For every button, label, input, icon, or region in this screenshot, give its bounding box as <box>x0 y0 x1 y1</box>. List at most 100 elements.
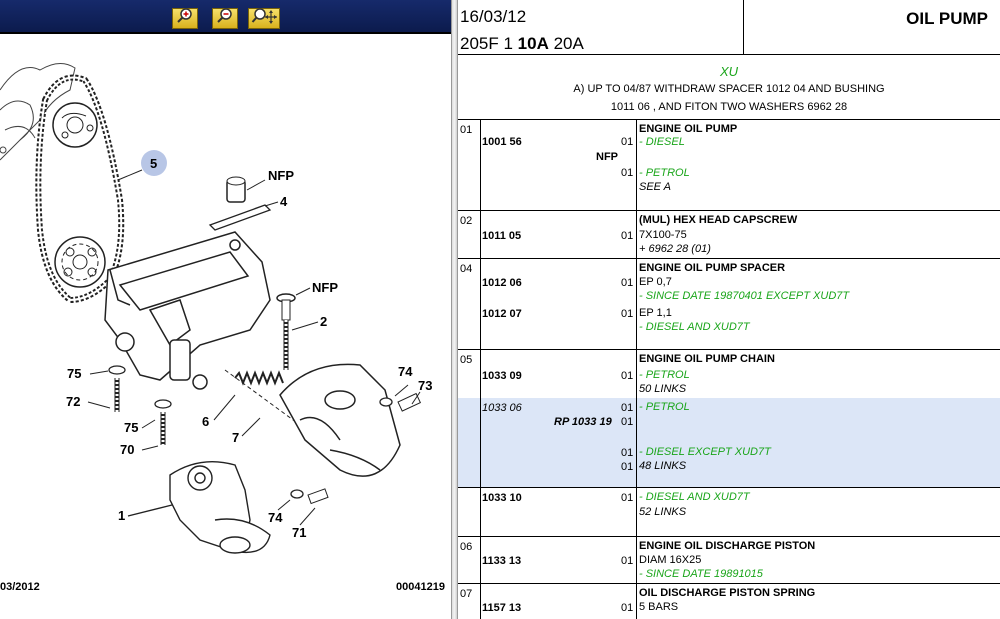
diagram-pane: 5 NFP 4 NFP 2 74 73 75 72 75 70 6 7 1 74… <box>0 0 451 619</box>
part-quantity: 01 <box>621 492 634 504</box>
part-quantity: 01 <box>621 447 634 459</box>
bolt-2 <box>276 287 319 370</box>
part-note: - DIESEL EXCEPT XUD7T <box>639 446 771 458</box>
part-reference[interactable]: 1001 56 <box>482 136 522 149</box>
zoom-pan-icon <box>251 8 277 29</box>
bolt-75 <box>87 365 126 412</box>
part-tag: NFP <box>596 151 618 163</box>
part-reference[interactable]: 1012 06 <box>482 277 522 290</box>
crank-sprocket <box>52 102 98 148</box>
pane-splitter[interactable] <box>451 0 458 619</box>
part-quantity: 01 <box>621 402 634 414</box>
group-index: 02 <box>460 215 473 227</box>
part-extra: 48 LINKS <box>639 460 687 472</box>
part-reference[interactable]: 1133 13 <box>482 555 521 568</box>
callout-71: 71 <box>292 525 306 540</box>
zoom-in-icon <box>176 8 194 29</box>
part-extra: + 6962 28 (01) <box>639 243 711 255</box>
group-index: 01 <box>460 124 473 136</box>
part-quantity: 01 <box>621 277 634 289</box>
part-title: ENGINE OIL PUMP SPACER <box>639 262 786 274</box>
zoom-out-button[interactable] <box>212 8 238 29</box>
part-description: 5 BARS <box>639 601 679 613</box>
part-reference[interactable]: 1011 05 <box>482 230 521 243</box>
part-title: ENGINE OIL PUMP <box>639 123 738 135</box>
callout-75-b: 75 <box>124 420 138 435</box>
callout-nfp-1: NFP <box>268 168 294 183</box>
group-index: 07 <box>460 588 473 600</box>
callout-75-a: 75 <box>67 366 81 381</box>
part-reference[interactable]: 1033 06 <box>482 402 522 415</box>
parts-group-02[interactable]: 02 (MUL) HEX HEAD CAPSCREW 1011 05 01 7X… <box>458 211 1000 259</box>
part-note: - SINCE DATE 19891015 <box>639 568 763 580</box>
callout-70: 70 <box>120 442 134 457</box>
engine-code: XU <box>719 64 739 79</box>
part-extra: 50 LINKS <box>639 383 687 395</box>
part-description: EP 0,7 <box>639 276 672 288</box>
diagram-date: 03/2012 <box>0 581 40 593</box>
part-quantity: 01 <box>621 136 634 148</box>
part-quantity: 01 <box>621 308 634 320</box>
part-note: - DIESEL AND XUD7T <box>639 491 750 503</box>
bolt-70 <box>141 399 172 451</box>
part-quantity: 01 <box>621 602 634 614</box>
callout-1: 1 <box>118 508 125 523</box>
part-reference[interactable]: 1033 09 <box>482 370 522 383</box>
callout-74: 74 <box>398 364 413 379</box>
pump-cover <box>279 363 401 477</box>
part-quantity: 01 <box>621 416 634 428</box>
callout-73: 73 <box>418 378 432 393</box>
part-reference[interactable]: 1157 13 <box>482 602 521 615</box>
engine-note: XU A) UP TO 04/87 WITHDRAW SPACER 1012 0… <box>458 55 1000 120</box>
zoom-out-icon <box>216 8 234 29</box>
callout-7: 7 <box>232 430 239 445</box>
parts-group-06[interactable]: 06 ENGINE OIL DISCHARGE PISTON 1133 13 0… <box>458 537 1000 584</box>
vehicle-info: 16/03/12 205F 1 10A 20A <box>458 0 744 55</box>
diagram-toolbar <box>0 0 451 34</box>
parts-row-selected[interactable]: 1033 06 01 - PETROL RP 1033 19 01 01 - D… <box>458 398 1000 488</box>
callout-72: 72 <box>66 394 80 409</box>
page-title: OIL PUMP <box>906 9 988 28</box>
parts-group-05[interactable]: 05 ENGINE OIL PUMP CHAIN 1033 09 01 - PE… <box>458 350 1000 398</box>
callout-2: 2 <box>320 314 327 329</box>
parts-group-01[interactable]: 01 ENGINE OIL PUMP 1001 56 01 - DIESEL N… <box>458 120 1000 211</box>
part-quantity: 01 <box>621 230 634 242</box>
callout-nfp-2: NFP <box>312 280 338 295</box>
part-reference[interactable]: 1012 07 <box>482 308 522 321</box>
oil-pump-body <box>104 231 271 390</box>
group-index: 04 <box>460 263 473 275</box>
part-title: (MUL) HEX HEAD CAPSCREW <box>639 214 798 226</box>
part-reference[interactable]: 1033 10 <box>482 492 522 505</box>
spacer <box>208 201 279 231</box>
part-extra: SEE A <box>639 181 671 193</box>
group-index: 05 <box>460 354 473 366</box>
callout-6: 6 <box>202 414 209 429</box>
engine-note-line-1: A) UP TO 04/87 WITHDRAW SPACER 1012 04 A… <box>573 83 885 95</box>
zoom-in-button[interactable] <box>172 8 198 29</box>
parts-row-1033-10[interactable]: 1033 10 01 - DIESEL AND XUD7T 52 LINKS <box>458 488 1000 537</box>
part-description: 7X100-75 <box>639 229 687 241</box>
part-note: - PETROL <box>639 401 690 413</box>
engine-note-line-2: 1011 06 , AND FITON TWO WASHERS 6962 28 <box>610 101 848 113</box>
replacement-reference[interactable]: RP 1033 19 <box>554 416 612 429</box>
part-title: ENGINE OIL DISCHARGE PISTON <box>639 540 816 552</box>
callout-74-b: 74 <box>268 510 283 525</box>
callout-5-label: 5 <box>150 156 157 171</box>
part-title: OIL DISCHARGE PISTON SPRING <box>639 587 816 599</box>
callout-5[interactable]: 5 <box>117 150 167 181</box>
parts-group-07[interactable]: 07 OIL DISCHARGE PISTON SPRING 1157 13 0… <box>458 584 1000 619</box>
group-index: 06 <box>460 541 473 553</box>
part-quantity: 01 <box>621 555 634 567</box>
part-description: EP 1,1 <box>639 307 672 319</box>
oil-pump-exploded-diagram[interactable]: 5 NFP 4 NFP 2 74 73 75 72 75 70 6 7 1 74… <box>0 36 451 619</box>
zoom-pan-button[interactable] <box>248 8 280 29</box>
part-note: - PETROL <box>639 167 690 179</box>
part-title: ENGINE OIL PUMP CHAIN <box>639 353 775 365</box>
diagram-reference: 00041219 <box>396 581 445 593</box>
assembled-pump <box>127 460 271 554</box>
pump-sprocket <box>54 236 106 288</box>
part-quantity: 01 <box>621 167 634 179</box>
vehicle-model: 205F 1 10A 20A <box>460 34 584 53</box>
parts-group-04[interactable]: 04 ENGINE OIL PUMP SPACER 1012 06 01 EP … <box>458 259 1000 350</box>
parts-list-pane: 16/03/12 205F 1 10A 20A OIL PUMP XU A) U… <box>458 0 1000 619</box>
